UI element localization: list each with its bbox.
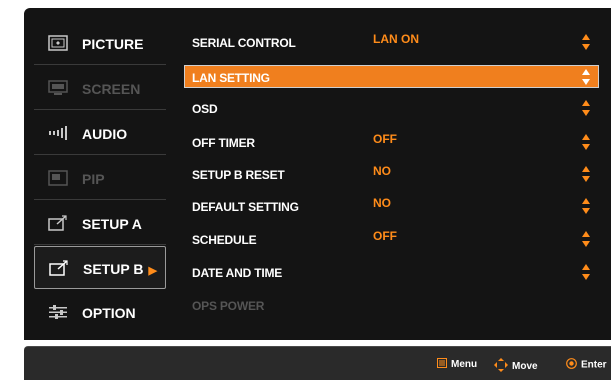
menu-item-serial-control[interactable]: SERIAL CONTROL LAN ON	[180, 32, 601, 52]
menu-item-lan-setting[interactable]: LAN SETTING	[184, 65, 599, 88]
menu-item-value: LAN ON	[373, 32, 419, 46]
menu-item-value: NO	[373, 196, 391, 210]
category-sidebar: PICTURE SCREEN AUDIO PIP SETUP A SETUP B…	[34, 22, 166, 338]
menu-item-label: LAN SETTING	[192, 71, 270, 85]
menu-item-label: DEFAULT SETTING	[192, 200, 299, 214]
menu-item-schedule[interactable]: SCHEDULE OFF	[180, 229, 601, 249]
menu-icon	[437, 358, 447, 371]
hint-menu: Menu	[437, 358, 477, 371]
sidebar-item-label: SETUP A	[82, 216, 142, 232]
menu-item-label: SCHEDULE	[192, 233, 257, 247]
sidebar-item-setup-a[interactable]: SETUP A	[34, 202, 166, 245]
selected-arrow-icon: ▶	[148, 265, 157, 277]
hint-move: Move	[494, 358, 538, 375]
sidebar-item-label: PIP	[82, 171, 105, 187]
menu-item-setup-b-reset[interactable]: SETUP B RESET NO	[180, 164, 601, 184]
sidebar-item-pip: PIP	[34, 157, 166, 200]
hint-enter-label: Enter	[581, 359, 607, 371]
pip-icon	[48, 170, 68, 186]
up-down-arrow-icon	[581, 33, 591, 51]
sidebar-item-label: SCREEN	[82, 81, 141, 97]
sidebar-item-picture[interactable]: PICTURE	[34, 22, 166, 65]
sidebar-item-label: PICTURE	[82, 36, 144, 52]
up-down-arrow-icon	[581, 165, 591, 183]
menu-item-label: OSD	[192, 102, 218, 116]
sidebar-item-label-wrap: SETUP B ▶	[83, 261, 157, 277]
menu-item-ops-power: OPS POWER	[180, 295, 601, 315]
sidebar-item-setup-b[interactable]: SETUP B ▶	[34, 246, 166, 289]
hint-menu-label: Menu	[451, 359, 478, 371]
settings-list: SERIAL CONTROL LAN ON LAN SETTING OSD OF…	[180, 28, 611, 318]
sidebar-item-screen: SCREEN	[34, 67, 166, 110]
menu-item-value: NO	[373, 164, 391, 178]
option-icon	[48, 304, 68, 320]
up-down-arrow-icon	[581, 68, 591, 86]
sidebar-item-option[interactable]: OPTION	[34, 291, 166, 334]
menu-item-label: OPS POWER	[192, 299, 265, 313]
menu-item-default-setting[interactable]: DEFAULT SETTING NO	[180, 196, 601, 216]
menu-item-value: OFF	[373, 229, 397, 243]
menu-item-label: DATE AND TIME	[192, 266, 283, 280]
menu-item-label: OFF TIMER	[192, 136, 255, 150]
menu-item-off-timer[interactable]: OFF TIMER OFF	[180, 132, 601, 152]
up-down-arrow-icon	[581, 197, 591, 215]
up-down-arrow-icon	[581, 133, 591, 151]
button-hint-bar: Menu Move Enter	[24, 346, 611, 380]
enter-icon	[566, 358, 577, 372]
audio-icon	[48, 125, 68, 141]
menu-item-date-and-time[interactable]: DATE AND TIME	[180, 262, 601, 282]
picture-icon	[48, 35, 68, 51]
setup-icon	[49, 260, 69, 276]
sidebar-item-audio[interactable]: AUDIO	[34, 112, 166, 155]
move-arrows-icon	[494, 358, 508, 375]
screen-icon	[48, 80, 68, 96]
up-down-arrow-icon	[581, 263, 591, 281]
sidebar-item-label: SETUP B	[83, 261, 144, 277]
setup-icon	[48, 215, 68, 231]
menu-item-osd[interactable]: OSD	[180, 98, 601, 118]
sidebar-item-label: AUDIO	[82, 126, 128, 142]
hint-enter: Enter	[566, 358, 607, 372]
sidebar-item-label: OPTION	[82, 305, 136, 321]
up-down-arrow-icon	[581, 99, 591, 117]
menu-item-label: SERIAL CONTROL	[192, 36, 296, 50]
menu-item-value: OFF	[373, 132, 397, 146]
hint-move-label: Move	[512, 361, 538, 373]
up-down-arrow-icon	[581, 230, 591, 248]
menu-item-label: SETUP B RESET	[192, 168, 285, 182]
